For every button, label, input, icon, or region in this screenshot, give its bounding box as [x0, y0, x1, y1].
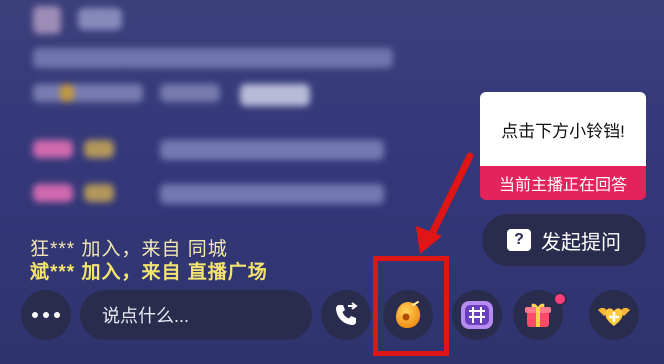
dot-icon — [54, 312, 60, 318]
question-icon: ? — [507, 229, 531, 251]
notification-dot — [553, 292, 567, 306]
comment-input[interactable]: 说点什么... — [80, 290, 312, 340]
tip-callout: 点击下方小铃铛! — [480, 92, 646, 166]
dot-icon — [32, 312, 38, 318]
more-button[interactable] — [21, 290, 71, 340]
winged-heart-icon — [598, 307, 630, 326]
join-message: 斌*** 加入，来自 直播广场 — [30, 257, 268, 284]
sticker-icon — [461, 301, 493, 329]
join-username: 斌*** — [30, 262, 76, 283]
ask-question-label: 发起提问 — [541, 231, 621, 254]
dot-icon — [43, 312, 49, 318]
join-text: 加入，来自 直播广场 — [75, 262, 268, 283]
phone-icon — [336, 302, 358, 325]
ask-question-button[interactable]: ? 发起提问 — [482, 214, 646, 266]
sticker-button[interactable] — [452, 290, 502, 340]
status-badge: 当前主播正在回答 — [480, 166, 646, 200]
gift-icon — [525, 303, 551, 327]
bell-highlight-box — [373, 256, 449, 356]
chat-area: 狂*** 加入，来自 同城 斌*** 加入，来自 直播广场 — [0, 0, 420, 290]
arrow-annotation-icon — [416, 152, 474, 254]
fan-club-button[interactable] — [589, 290, 639, 340]
link-mic-button[interactable] — [321, 290, 371, 340]
